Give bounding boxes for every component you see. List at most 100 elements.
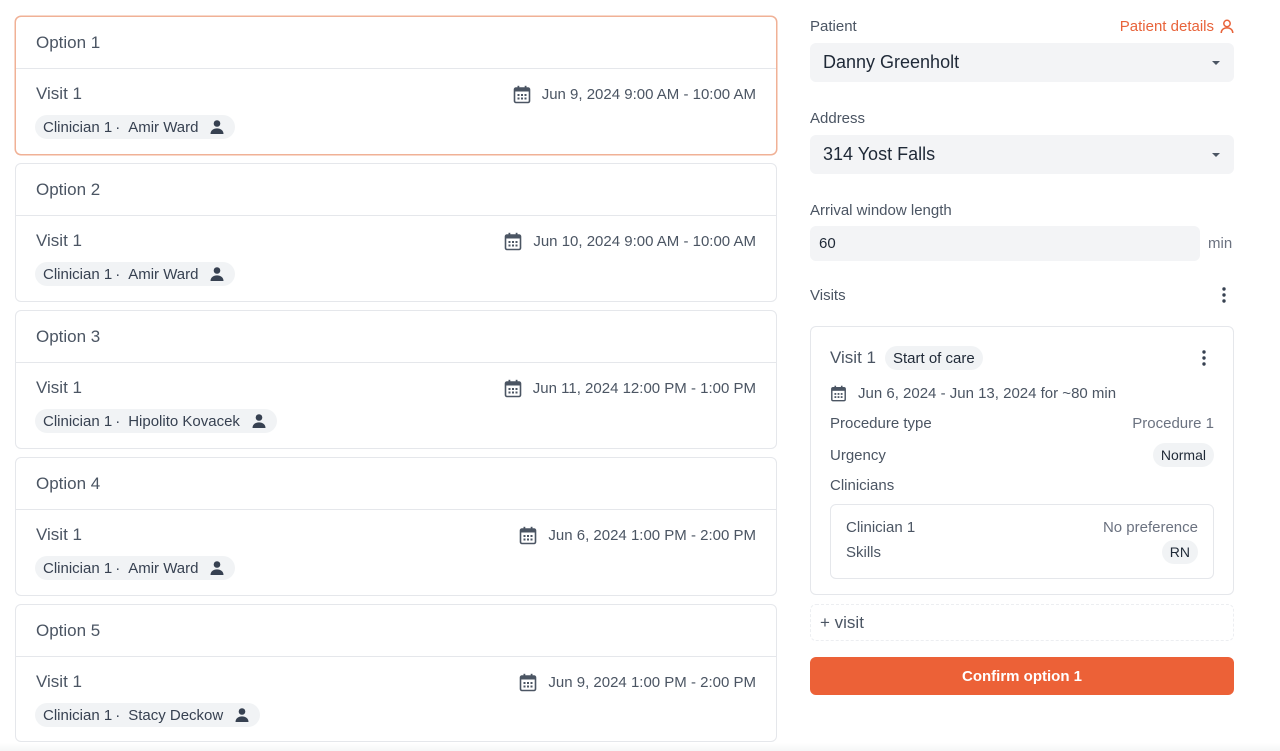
person-icon: [234, 707, 250, 723]
visit-name: Visit 1: [36, 84, 82, 103]
clinician-role: Clinician 1: [43, 559, 113, 577]
kebab-menu-icon: [1222, 287, 1226, 303]
arrival-window-input[interactable]: [810, 226, 1200, 261]
clinician-name: Amir Ward: [128, 265, 199, 283]
option-visit-row: Visit 1 Jun 9, 2024 1:00 PM - 2:00 PM Cl…: [16, 657, 776, 741]
calendar-icon: [504, 379, 522, 398]
calendar-icon: [830, 385, 847, 402]
person-icon: [209, 560, 225, 576]
options-list: Option 1 Visit 1 Jun 9, 2024 9:00 AM - 1…: [15, 16, 777, 742]
chip-separator: ·: [115, 118, 121, 136]
chip-separator: ·: [115, 706, 121, 724]
address-label: Address: [810, 109, 866, 127]
option-title: Option 4: [16, 458, 776, 510]
patient-details-text: Patient details: [1119, 17, 1214, 35]
person-outline-icon: [1220, 19, 1234, 34]
chip-separator: ·: [115, 559, 121, 577]
visit-name: Visit 1: [36, 378, 82, 397]
visit-date-text: Jun 9, 2024 9:00 AM - 10:00 AM: [541, 85, 756, 103]
option-visit-row: Visit 1 Jun 11, 2024 12:00 PM - 1:00 PM …: [16, 363, 776, 448]
visit-name: Visit 1: [36, 672, 82, 691]
patient-label: Patient: [810, 17, 857, 35]
visit-date: Jun 10, 2024 9:00 AM - 10:00 AM: [504, 232, 756, 251]
visit-date: Jun 11, 2024 12:00 PM - 1:00 PM: [504, 379, 756, 398]
add-visit-button[interactable]: + visit: [810, 604, 1234, 641]
person-icon: [209, 119, 225, 135]
kebab-menu-icon: [1202, 350, 1206, 366]
clinician-chip[interactable]: Clinician 1 · Amir Ward: [35, 262, 236, 286]
chip-separator: ·: [115, 265, 121, 283]
arrival-unit: min: [1208, 235, 1233, 252]
clinician-role: Clinician 1: [43, 118, 113, 136]
chip-separator: ·: [115, 412, 121, 430]
clinician-slot-name: Clinician 1: [846, 518, 916, 536]
visit-date-range: Jun 6, 2024 - Jun 13, 2024 for ~80 min: [830, 383, 1214, 403]
visit-date-text: Jun 11, 2024 12:00 PM - 1:00 PM: [532, 379, 756, 397]
clinician-chip[interactable]: Clinician 1 · Hipolito Kovacek: [35, 409, 277, 433]
calendar-icon: [519, 673, 537, 692]
visit-date-text: Jun 10, 2024 9:00 AM - 10:00 AM: [533, 232, 756, 250]
visit-type-tag: Start of care: [885, 346, 983, 370]
clinician-chip[interactable]: Clinician 1 · Amir Ward: [35, 115, 236, 139]
patient-field-label: Patient Patient details: [810, 16, 1234, 36]
visit-date: Jun 9, 2024 9:00 AM - 10:00 AM: [513, 85, 756, 104]
skills-row: Skills RN: [846, 540, 1198, 564]
confirm-option-button[interactable]: Confirm option 1: [810, 657, 1234, 695]
person-icon: [251, 413, 267, 429]
clinician-name: Amir Ward: [128, 118, 199, 136]
clinician-chip[interactable]: Clinician 1 · Amir Ward: [35, 556, 236, 580]
scheduling-panel: Patient Patient details Danny Greenholt …: [810, 16, 1234, 695]
patient-select-value: Danny Greenholt: [823, 52, 960, 72]
caret-down-icon: [1212, 60, 1220, 65]
visit-name: Visit 1: [36, 525, 82, 544]
option-title: Option 2: [16, 164, 776, 216]
skill-badge: RN: [1161, 540, 1198, 564]
bottom-scroll-fade: [0, 743, 1280, 751]
option-card-3[interactable]: Option 3 Visit 1 Jun 11, 2024 12:00 PM -…: [15, 310, 777, 449]
skills-label: Skills: [846, 543, 882, 561]
visit-date-range-text: Jun 6, 2024 - Jun 13, 2024 for ~80 min: [858, 384, 1117, 402]
clinician-role: Clinician 1: [43, 706, 113, 724]
option-visit-row: Visit 1 Jun 9, 2024 9:00 AM - 10:00 AM C…: [16, 69, 776, 154]
urgency-row: Urgency Normal: [830, 443, 1214, 467]
procedure-type-value: Procedure 1: [1132, 414, 1214, 432]
visit-card-name: Visit 1: [830, 348, 876, 367]
clinician-role: Clinician 1: [43, 412, 113, 430]
option-card-4[interactable]: Option 4 Visit 1 Jun 6, 2024 1:00 PM - 2…: [15, 457, 777, 596]
address-select-value: 314 Yost Falls: [823, 144, 936, 164]
caret-down-icon: [1212, 152, 1220, 157]
option-card-2[interactable]: Option 2 Visit 1 Jun 10, 2024 9:00 AM - …: [15, 163, 777, 302]
visits-menu-button[interactable]: [1214, 285, 1234, 305]
person-icon: [209, 266, 225, 282]
visit-date: Jun 6, 2024 1:00 PM - 2:00 PM: [519, 526, 756, 545]
option-visit-row: Visit 1 Jun 6, 2024 1:00 PM - 2:00 PM Cl…: [16, 510, 776, 595]
option-title: Option 3: [16, 311, 776, 363]
clinician-requirement-box: Clinician 1 No preference Skills RN: [830, 504, 1214, 579]
visit-date: Jun 9, 2024 1:00 PM - 2:00 PM: [519, 673, 756, 692]
clinician-role: Clinician 1: [43, 265, 113, 283]
clinician-chip[interactable]: Clinician 1 · Stacy Deckow: [35, 703, 261, 727]
option-card-5[interactable]: Option 5 Visit 1 Jun 9, 2024 1:00 PM - 2…: [15, 604, 777, 742]
patient-details-link[interactable]: Patient details: [1120, 18, 1234, 35]
arrival-window-label: Arrival window length: [810, 201, 952, 219]
option-visit-row: Visit 1 Jun 10, 2024 9:00 AM - 10:00 AM …: [16, 216, 776, 301]
clinician-row: Clinician 1 No preference: [846, 517, 1198, 537]
visit-date-text: Jun 6, 2024 1:00 PM - 2:00 PM: [548, 526, 756, 544]
visits-label: Visits: [810, 286, 846, 304]
address-select[interactable]: 314 Yost Falls: [810, 135, 1234, 174]
calendar-icon: [504, 232, 522, 251]
clinician-name: Hipolito Kovacek: [128, 412, 240, 430]
patient-select[interactable]: Danny Greenholt: [810, 43, 1234, 82]
option-title: Option 5: [16, 605, 776, 657]
clinicians-label: Clinicians: [830, 477, 895, 494]
calendar-icon: [513, 85, 531, 104]
calendar-icon: [519, 526, 537, 545]
arrival-window-row: min: [810, 226, 1234, 261]
clinician-name: Stacy Deckow: [128, 706, 224, 724]
option-card-1[interactable]: Option 1 Visit 1 Jun 9, 2024 9:00 AM - 1…: [15, 16, 777, 155]
visit-name: Visit 1: [36, 231, 82, 250]
visits-header: Visits: [810, 285, 1234, 305]
visit-card-menu-button[interactable]: [1194, 348, 1214, 368]
clinician-preference: No preference: [1102, 518, 1198, 536]
urgency-label: Urgency: [830, 446, 886, 464]
